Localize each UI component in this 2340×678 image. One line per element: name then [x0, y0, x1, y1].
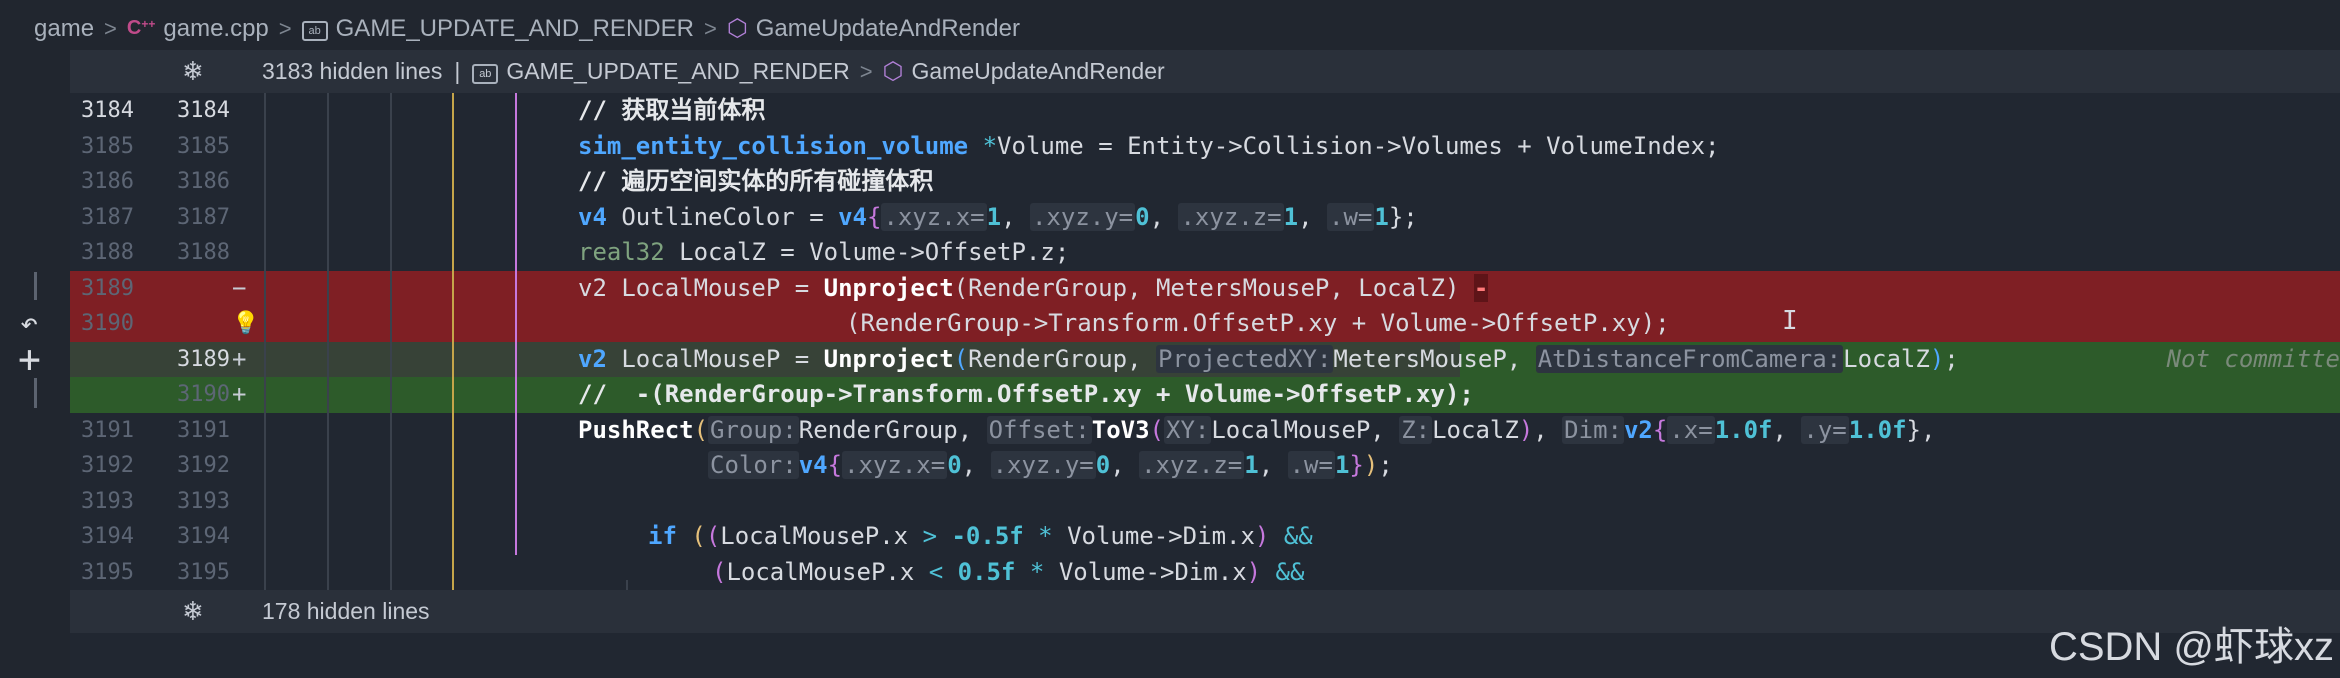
line-number-modified: 3185 [177, 133, 230, 159]
line-number-modified: 3188 [177, 240, 230, 265]
comment: // -(RenderGroup->Transform.OffsetP.xy +… [578, 380, 1474, 408]
line-number-original: 3190 [81, 311, 134, 336]
comment: // 遍历空间实体的所有碰撞体积 [578, 167, 934, 195]
text-cursor-icon: I [1782, 306, 1798, 336]
git-blame-annotation: Not committe [2166, 344, 2340, 373]
line-number-modified: 3190 [177, 382, 230, 407]
namespace-icon: ab [472, 63, 499, 84]
line-number-original: 3184 [81, 98, 134, 123]
line-number-original: 3185 [81, 133, 134, 159]
line-number-original: 3186 [81, 169, 134, 194]
code-line[interactable]: 3188 3188 real32 LocalZ = Volume->Offset… [70, 235, 2340, 271]
line-number-modified: 3195 [177, 559, 230, 585]
code-text: PushRect(Group:RenderGroup, Offset:ToV3(… [578, 415, 1936, 444]
code-line[interactable]: 3194 3194 if ((LocalMouseP.x > -0.5f * V… [70, 519, 2340, 555]
code-line[interactable]: 3185 3185 sim_entity_collision_volume *V… [70, 129, 2340, 165]
added-line[interactable]: 3189 + v2 LocalMouseP = Unproject(Render… [70, 341, 2340, 377]
watermark: CSDN @虾球xz [2048, 625, 2334, 669]
function-cube-icon: ⬡ [882, 58, 904, 85]
line-number-original: 3191 [81, 417, 134, 443]
line-number-modified: 3191 [177, 417, 230, 443]
code-text: v2 LocalMouseP = Unproject(RenderGroup, … [578, 344, 1959, 373]
line-number-original: 3188 [81, 240, 134, 265]
chevron-right-icon: > [278, 15, 292, 41]
unfold-icon[interactable]: ❄ [182, 56, 204, 87]
indent-guide [264, 93, 266, 590]
line-number-original: 3195 [81, 559, 134, 585]
code-line[interactable]: 3184 3184 // 获取当前体积 [70, 93, 2340, 129]
hidden-function: GameUpdateAndRender [911, 58, 1165, 84]
hidden-lines-label: 3183 hidden lines [262, 58, 443, 84]
diff-minus-marker: − [232, 273, 247, 302]
chevron-right-icon: > [859, 58, 873, 84]
line-number-original: 3189 [81, 275, 134, 301]
hidden-scope: GAME_UPDATE_AND_RENDER [506, 58, 850, 84]
line-number-original: 3192 [81, 453, 134, 478]
breadcrumb-file[interactable]: game.cpp [163, 15, 268, 43]
line-number-original: 3194 [81, 524, 134, 549]
line-number-modified: 3186 [177, 169, 230, 194]
code-text: sim_entity_collision_volume *Volume = En… [578, 131, 1720, 160]
indent-guide [390, 93, 392, 590]
breadcrumb-function[interactable]: GameUpdateAndRender [756, 15, 1020, 43]
line-number-modified: 3189 [177, 346, 230, 372]
code-line[interactable]: 3192 3192 Color:v4{.xyz.x=0, .xyz.y=0, .… [70, 448, 2340, 484]
revert-icon[interactable]: ↶ [20, 306, 38, 341]
indent-guide [327, 93, 329, 590]
line-number-original: 3187 [81, 204, 134, 230]
diff-plus-marker: + [232, 380, 247, 408]
chevron-right-icon: > [104, 15, 117, 41]
code-text: if ((LocalMouseP.x > -0.5f * Volume->Dim… [648, 522, 1313, 550]
hidden-lines-top[interactable]: ❄ 3183 hidden lines | ab GAME_UPDATE_AND… [70, 50, 2340, 93]
breadcrumb-scope[interactable]: GAME_UPDATE_AND_RENDER [336, 15, 694, 43]
code-line[interactable]: 3195 3195 (LocalMouseP.x < 0.5f * Volume… [70, 555, 2340, 591]
chevron-right-icon: > [703, 15, 717, 41]
indent-guide [452, 93, 454, 590]
lightbulb-icon[interactable]: 💡 [232, 306, 259, 342]
code-line[interactable]: 3186 3186 // 遍历空间实体的所有碰撞体积 [70, 164, 2340, 200]
deleted-line[interactable]: 3190 💡 (RenderGroup->Transform.OffsetP.x… [70, 306, 2340, 342]
code-text: v2 LocalMouseP = Unproject(RenderGroup, … [578, 273, 1489, 302]
breadcrumb: game > C++ game.cpp > ab GAME_UPDATE_AND… [0, 0, 2340, 57]
gutter-line [34, 272, 37, 300]
unfold-icon[interactable]: ❄ [182, 596, 204, 627]
code-line[interactable]: 3187 3187 v4 OutlineColor = v4{.xyz.x=1,… [70, 200, 2340, 236]
code-text: v4 OutlineColor = v4{.xyz.x=1, .xyz.y=0,… [578, 202, 1418, 231]
code-text: real32 LocalZ = Volume->OffsetP.z; [578, 238, 1070, 266]
line-number-original: 3193 [81, 488, 134, 514]
line-number-modified: 3192 [177, 453, 230, 478]
code-line[interactable]: 3191 3191 PushRect(Group:RenderGroup, Of… [70, 413, 2340, 449]
divider: | [454, 58, 461, 84]
line-number-modified: 3184 [177, 98, 230, 123]
deleted-line[interactable]: 3189 − v2 LocalMouseP = Unproject(Render… [70, 270, 2340, 306]
code-text: Color:v4{.xyz.x=0, .xyz.y=0, .xyz.z=1, .… [708, 451, 1393, 479]
indent-guide [626, 580, 628, 590]
gutter-line [34, 378, 37, 408]
code-text: (LocalMouseP.x < 0.5f * Volume->Dim.x) &… [712, 557, 1305, 586]
indent-guide [515, 93, 517, 555]
line-number-modified: 3193 [177, 488, 230, 514]
hidden-lines-bottom[interactable]: ❄ 178 hidden lines [70, 590, 2340, 633]
diff-plus-marker: + [232, 344, 247, 373]
add-icon[interactable]: + [18, 340, 41, 378]
code-text: (RenderGroup->Transform.OffsetP.xy + Vol… [846, 309, 1670, 337]
function-cube-icon: ⬡ [726, 15, 748, 42]
namespace-icon: ab [301, 20, 328, 41]
breadcrumb-folder[interactable]: game [34, 15, 94, 43]
cpp-file-icon: C++ [126, 17, 156, 39]
line-number-modified: 3194 [177, 524, 230, 549]
added-line[interactable]: 3190 + // -(RenderGroup->Transform.Offse… [70, 377, 2340, 413]
comment: // 获取当前体积 [578, 96, 766, 124]
line-number-modified: 3187 [177, 204, 230, 230]
code-line[interactable]: 3193 3193 [70, 484, 2340, 520]
hidden-lines-label: 178 hidden lines [262, 598, 430, 624]
